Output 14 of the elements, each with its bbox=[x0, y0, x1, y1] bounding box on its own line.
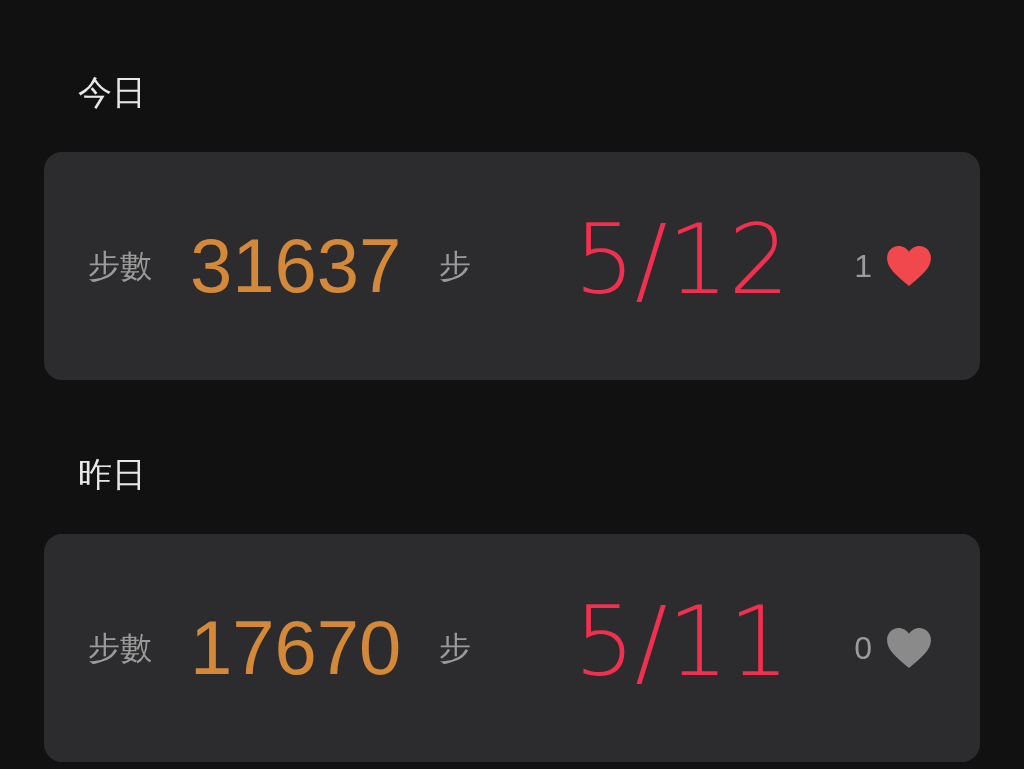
step-count: 31637 bbox=[190, 228, 402, 304]
steps-label: 步數 bbox=[88, 246, 152, 287]
step-count: 17670 bbox=[190, 610, 402, 686]
handwritten-note: 5/11 bbox=[574, 594, 790, 690]
section-title: 今日 bbox=[78, 70, 146, 114]
heart-icon[interactable] bbox=[886, 245, 932, 287]
heart-icon[interactable] bbox=[886, 627, 932, 669]
steps-label: 步數 bbox=[88, 628, 152, 669]
section-title: 昨日 bbox=[78, 452, 146, 496]
unit-label: 步 bbox=[439, 246, 472, 287]
like-count: 1 bbox=[854, 247, 872, 286]
like-count: 0 bbox=[854, 629, 872, 668]
unit-label: 步 bbox=[439, 628, 472, 669]
handwritten-note: 5/12 bbox=[574, 212, 790, 308]
